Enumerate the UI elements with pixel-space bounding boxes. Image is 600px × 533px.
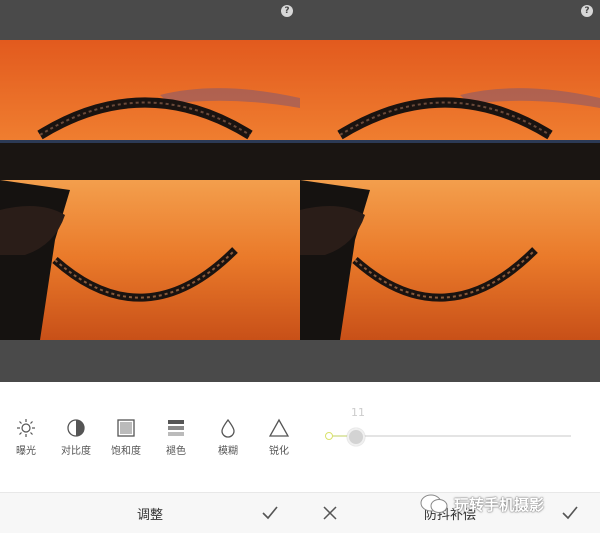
drop-icon	[221, 418, 235, 438]
tool-saturation[interactable]: 饱和度	[106, 418, 146, 457]
check-icon[interactable]	[560, 503, 580, 523]
contrast-icon	[67, 419, 85, 437]
help-icon[interactable]: ?	[581, 5, 593, 17]
bottom-gray-band	[0, 340, 300, 382]
left-panel: ? 曝光 对比度 饱和度 褪色 模糊 锐化 调整	[0, 0, 300, 533]
photo-preview	[0, 40, 300, 340]
top-bar: ?	[300, 0, 600, 40]
slider-track[interactable]	[329, 435, 571, 437]
tool-blur[interactable]: 模糊	[208, 418, 248, 457]
comparison-screen: ? 曝光 对比度 饱和度 褪色 模糊 锐化 调整 ? 11 防抖补偿 玩转手机摄…	[0, 0, 600, 533]
tool-label: 锐化	[269, 446, 289, 457]
watermark-text: 玩转手机摄影	[454, 495, 545, 514]
tool-label: 褪色	[166, 446, 186, 457]
footer-title[interactable]: 调整	[0, 504, 300, 523]
bottom-gray-band	[300, 340, 600, 382]
slider-start-dot	[325, 432, 333, 440]
tool-sharpen[interactable]: 锐化	[259, 418, 299, 457]
slider-value: 11	[351, 406, 365, 419]
right-panel: ? 11 防抖补偿 玩转手机摄影	[300, 0, 600, 533]
help-icon[interactable]: ?	[281, 5, 293, 17]
sun-icon	[17, 419, 35, 437]
tool-label: 模糊	[218, 446, 238, 457]
slider-area: 11	[300, 382, 600, 492]
saturation-icon	[117, 419, 135, 437]
check-icon[interactable]	[260, 503, 280, 523]
slider-knob[interactable]	[346, 428, 365, 446]
fade-icon	[168, 420, 184, 436]
tool-fade[interactable]: 褪色	[156, 418, 196, 457]
watermark: 玩转手机摄影	[420, 489, 544, 519]
photo-preview	[300, 40, 600, 340]
tool-label: 对比度	[61, 446, 91, 457]
adjust-tools-row: 曝光 对比度 饱和度 褪色 模糊 锐化	[0, 382, 300, 492]
triangle-icon	[269, 418, 289, 437]
bottom-footer: 防抖补偿 玩转手机摄影	[300, 492, 600, 533]
top-bar: ?	[0, 0, 300, 40]
tool-label: 曝光	[16, 446, 36, 457]
tool-contrast[interactable]: 对比度	[56, 418, 96, 457]
tool-exposure[interactable]: 曝光	[6, 418, 46, 457]
wechat-icon	[420, 494, 448, 513]
tool-label: 饱和度	[111, 446, 141, 457]
bottom-footer: 调整	[0, 492, 300, 533]
